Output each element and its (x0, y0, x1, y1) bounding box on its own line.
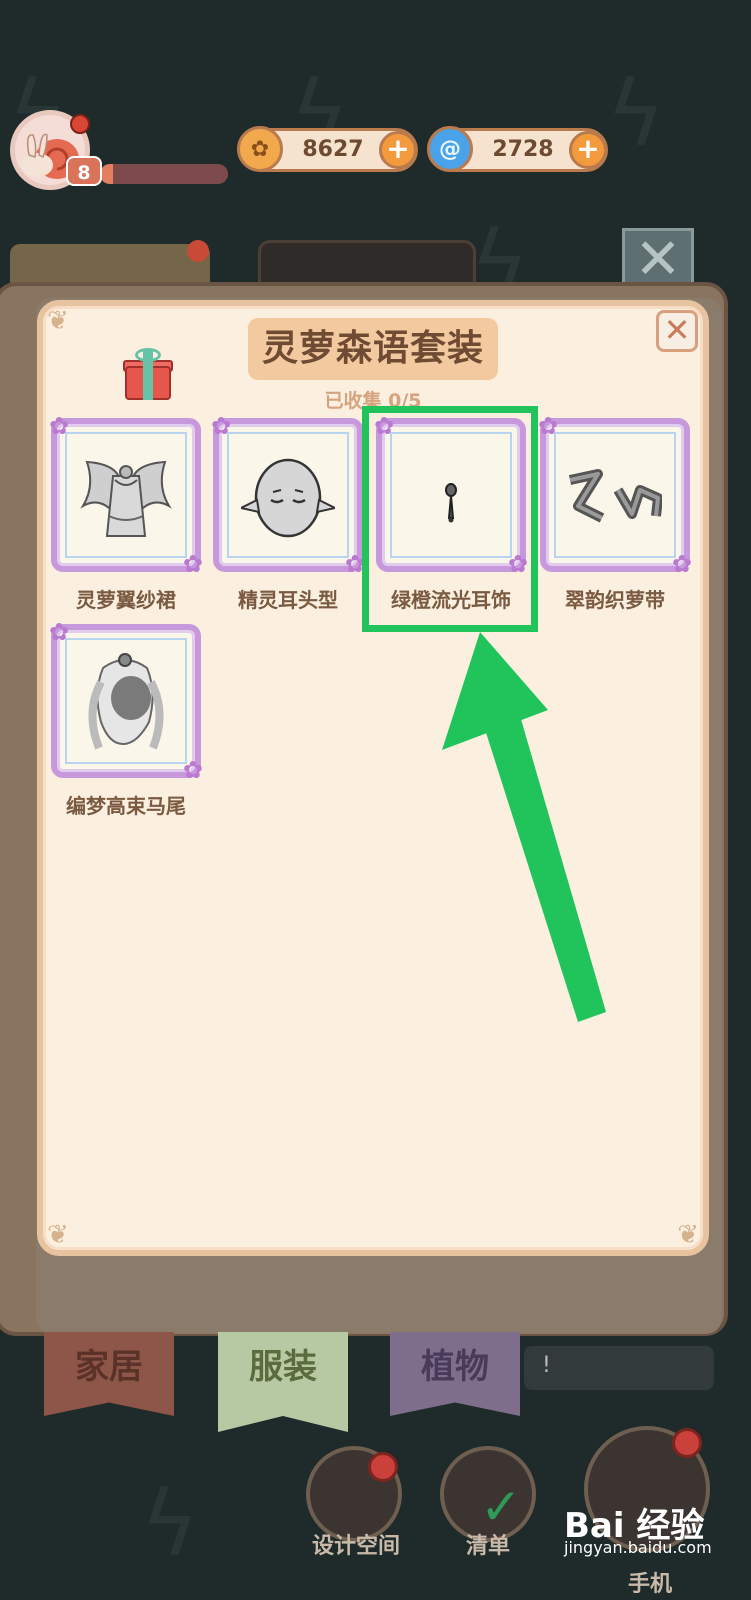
item-label: 灵萝翼纱裙 (76, 588, 176, 612)
gem-amount: 2728 (492, 137, 554, 162)
add-coins-button[interactable]: + (379, 131, 417, 169)
chat-bubble[interactable]: ! (524, 1346, 714, 1390)
corner-ornament-icon: ❦ (47, 1220, 69, 1250)
list-label: 清单 (465, 1534, 510, 1559)
set-title: 灵萝森语套装 (248, 318, 498, 380)
background-bolt-icon: ϟ (606, 62, 666, 167)
xp-progress-bar (100, 164, 228, 184)
item-card-elf-head[interactable] (211, 412, 365, 578)
coin-icon: ✿ (237, 126, 283, 172)
tab-plants[interactable]: 植物 (390, 1332, 520, 1416)
elf-ear-head-icon (241, 458, 335, 538)
winged-dress-icon (80, 460, 172, 537)
item-card-ponytail[interactable] (49, 618, 203, 784)
notification-dot (187, 240, 209, 262)
tab-clothing[interactable]: 服装 (218, 1332, 348, 1432)
watermark-url: jingyan.baidu.com (564, 1538, 712, 1557)
item-label: 翠韵织萝带 (565, 588, 665, 612)
ponytail-icon (88, 653, 164, 750)
background-tab[interactable] (258, 240, 476, 288)
gem-counter: @ 2728 + (427, 126, 608, 172)
ribbon-icon (568, 469, 662, 523)
tab-home[interactable]: 家居 (44, 1332, 174, 1416)
item-card-ribbon[interactable] (538, 412, 692, 578)
level-badge: 8 (66, 156, 102, 186)
coin-amount: 8627 (302, 137, 364, 162)
green-arrow-icon (442, 632, 606, 1022)
baidu-watermark: Bai 经验 jingyan.baidu.com (564, 1494, 734, 1557)
notification-dot (368, 1452, 398, 1482)
swirl-gem-icon: @ (427, 126, 473, 172)
corner-ornament-icon: ❦ (47, 306, 69, 336)
gift-icon[interactable] (123, 348, 173, 402)
item-label: 编梦高束马尾 (66, 794, 186, 818)
phone-label: 手机 (627, 1572, 672, 1597)
item-card-winged-dress[interactable] (49, 412, 203, 578)
notification-dot (672, 1428, 702, 1458)
corner-ornament-icon: ❦ (677, 1220, 699, 1250)
design-space-label: 设计空间 (311, 1534, 400, 1559)
close-icon[interactable]: ✕ (656, 310, 698, 352)
item-label: 精灵耳头型 (238, 588, 338, 612)
add-gems-button[interactable]: + (569, 131, 607, 169)
background-bolt-icon: ϟ (140, 1472, 200, 1577)
coin-counter: ✿ 8627 + (237, 126, 418, 172)
highlight-box (362, 406, 538, 632)
avatar-notification-dot (70, 114, 90, 134)
